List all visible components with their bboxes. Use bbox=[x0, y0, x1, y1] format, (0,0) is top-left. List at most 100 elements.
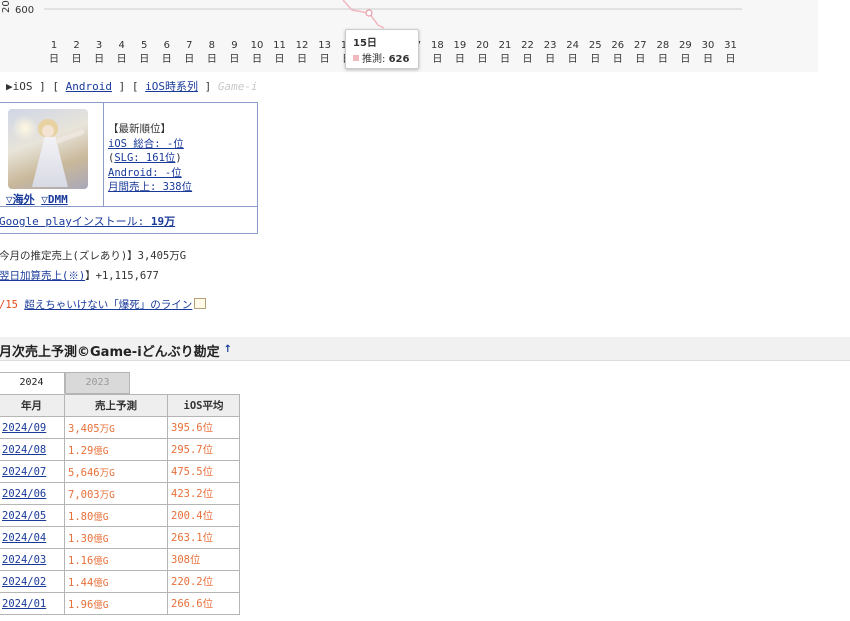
game-info-card: ▽海外 ▽DMM 【最新順位】 iOS 総合: -位 (SLG: 161位) A… bbox=[0, 102, 258, 234]
android-link[interactable]: Android bbox=[66, 80, 112, 93]
install-value: 19万 bbox=[150, 215, 176, 228]
sales-value: 1.30 bbox=[68, 532, 94, 545]
month-link[interactable]: 2024/06 bbox=[2, 488, 46, 500]
monthly-sales-rank-link[interactable]: 月間売上: 338位 bbox=[108, 181, 192, 193]
avg-rank-cell: 200.4位 bbox=[167, 504, 240, 527]
table-row: 2024/07 5,646万G 475.5位 bbox=[0, 460, 240, 483]
sales-cell: 1.29億G bbox=[64, 438, 168, 461]
x-tick-day: 31 bbox=[724, 40, 737, 51]
install-label: Google playインストール: bbox=[0, 215, 151, 228]
ios-series-link[interactable]: iOS時系列 bbox=[145, 80, 198, 93]
avg-rank-cell: 423.2位 bbox=[167, 482, 240, 505]
sales-cell: 5,646万G bbox=[64, 460, 168, 483]
tooltip-value: 626 bbox=[388, 54, 410, 65]
x-tick-suffix: 日 bbox=[207, 54, 217, 65]
month-link[interactable]: 2024/04 bbox=[2, 532, 46, 544]
avg-rank-cell: 263.1位 bbox=[167, 526, 240, 549]
bakushi-link[interactable]: 超えちゃいけない「爆死」のライン bbox=[24, 299, 192, 311]
month-link[interactable]: 2024/03 bbox=[2, 554, 46, 566]
card-divider-vertical bbox=[103, 103, 104, 206]
x-tick-suffix: 日 bbox=[523, 54, 533, 65]
x-tick-day: 1 bbox=[51, 40, 57, 51]
x-tick-suffix: 日 bbox=[432, 54, 442, 65]
x-tick-day: 21 bbox=[499, 40, 512, 51]
bakushi-date: /15 bbox=[0, 299, 18, 311]
sales-cell: 1.30億G bbox=[64, 526, 168, 549]
x-tick-suffix: 日 bbox=[613, 54, 623, 65]
sales-cell: 7,003万G bbox=[64, 482, 168, 505]
sales-cell: 3,405万G bbox=[64, 416, 168, 439]
x-tick-day: 6 bbox=[164, 40, 170, 51]
x-tick-suffix: 日 bbox=[658, 54, 668, 65]
avg-rank-cell: 220.2位 bbox=[167, 570, 240, 593]
x-tick-day: 18 bbox=[431, 40, 444, 51]
sales-cell: 1.80億G bbox=[64, 504, 168, 527]
sales-value: 1.29 bbox=[68, 444, 94, 457]
x-tick-day: 24 bbox=[566, 40, 579, 51]
x-tick-suffix: 日 bbox=[297, 54, 307, 65]
x-tick-suffix: 日 bbox=[72, 54, 82, 65]
section-header: 月次売上予測©Game-iどんぶり勘定 ↑ bbox=[0, 337, 850, 361]
paren: ) bbox=[175, 152, 182, 164]
x-tick-suffix: 日 bbox=[117, 54, 127, 65]
col-avg: iOS平均 bbox=[167, 394, 240, 417]
x-tick-suffix: 日 bbox=[545, 54, 555, 65]
x-tick-suffix: 日 bbox=[500, 54, 510, 65]
sales-unit: 万G bbox=[99, 467, 115, 479]
sales-value: 1.96 bbox=[68, 598, 94, 611]
platform-nav: ▶iOS ] [ Android ] [ iOS時系列 ] Game-i bbox=[6, 78, 258, 94]
ios-total-rank-link[interactable]: iOS 総合: -位 bbox=[108, 138, 184, 150]
sales-unit: 億G bbox=[93, 445, 109, 457]
sales-value: 1.44 bbox=[68, 576, 94, 589]
table-header-row: 年月 売上予測 iOS平均 bbox=[0, 394, 240, 417]
sales-cell: 1.44億G bbox=[64, 570, 168, 593]
x-tick-day: 23 bbox=[544, 40, 557, 51]
latest-rank-title: 【最新順位】 bbox=[108, 123, 171, 135]
x-tick-suffix: 日 bbox=[590, 54, 600, 65]
sales-value: 3,405 bbox=[68, 422, 100, 435]
highlight-point[interactable] bbox=[365, 9, 373, 17]
sales-unit: 万G bbox=[99, 423, 115, 435]
x-tick-day: 11 bbox=[273, 40, 286, 51]
store-links: ▽海外 ▽DMM bbox=[6, 191, 68, 207]
sales-value: 7,003 bbox=[68, 488, 100, 501]
sales-cell: 1.96億G bbox=[64, 592, 168, 615]
x-tick-suffix: 日 bbox=[252, 54, 262, 65]
month-link[interactable]: 2024/08 bbox=[2, 444, 46, 456]
android-rank-link[interactable]: Android: -位 bbox=[108, 167, 182, 179]
x-tick-day: 26 bbox=[611, 40, 624, 51]
y-tick-600: 600 bbox=[15, 5, 34, 16]
install-row: Google playインストール: 19万 bbox=[0, 213, 175, 229]
x-tick-day: 4 bbox=[118, 40, 124, 51]
month-link[interactable]: 2024/05 bbox=[2, 510, 46, 522]
back-to-top-link[interactable]: ↑ bbox=[224, 344, 232, 355]
series-swatch bbox=[353, 55, 359, 61]
x-tick-suffix: 日 bbox=[477, 54, 487, 65]
table-row: 2024/08 1.29億G 295.7位 bbox=[0, 438, 240, 461]
x-tick-day: 22 bbox=[521, 40, 534, 51]
x-tick-suffix: 日 bbox=[703, 54, 713, 65]
next-day-addition-link[interactable]: 翌日加算売上(※) bbox=[0, 270, 85, 282]
sales-value: 1.16 bbox=[68, 554, 94, 567]
x-tick-day: 13 bbox=[318, 40, 331, 51]
x-tick-day: 30 bbox=[702, 40, 715, 51]
month-link[interactable]: 2024/01 bbox=[2, 598, 46, 610]
tab-2024[interactable]: 2024 bbox=[0, 372, 65, 394]
sales-unit: 億G bbox=[93, 511, 109, 523]
x-tick-suffix: 日 bbox=[49, 54, 59, 65]
next-day-addition: 翌日加算売上(※)】+1,115,677 bbox=[0, 268, 159, 283]
month-link[interactable]: 2024/07 bbox=[2, 466, 46, 478]
x-tick-suffix: 日 bbox=[162, 54, 172, 65]
overseas-link[interactable]: ▽海外 bbox=[6, 193, 35, 206]
x-tick-day: 20 bbox=[476, 40, 489, 51]
avg-rank-cell: 266.6位 bbox=[167, 592, 240, 615]
dmm-link[interactable]: ▽DMM bbox=[41, 193, 68, 206]
tab-2023[interactable]: 2023 bbox=[65, 372, 130, 394]
table-row: 2024/09 3,405万G 395.6位 bbox=[0, 416, 240, 439]
game-thumbnail[interactable] bbox=[8, 109, 88, 189]
slg-rank-link[interactable]: SLG: 161位 bbox=[114, 152, 175, 164]
google-play-install-link[interactable]: Google playインストール: 19万 bbox=[0, 215, 175, 228]
month-link[interactable]: 2024/09 bbox=[2, 422, 46, 434]
month-link[interactable]: 2024/02 bbox=[2, 576, 46, 588]
x-tick-day: 7 bbox=[186, 40, 192, 51]
